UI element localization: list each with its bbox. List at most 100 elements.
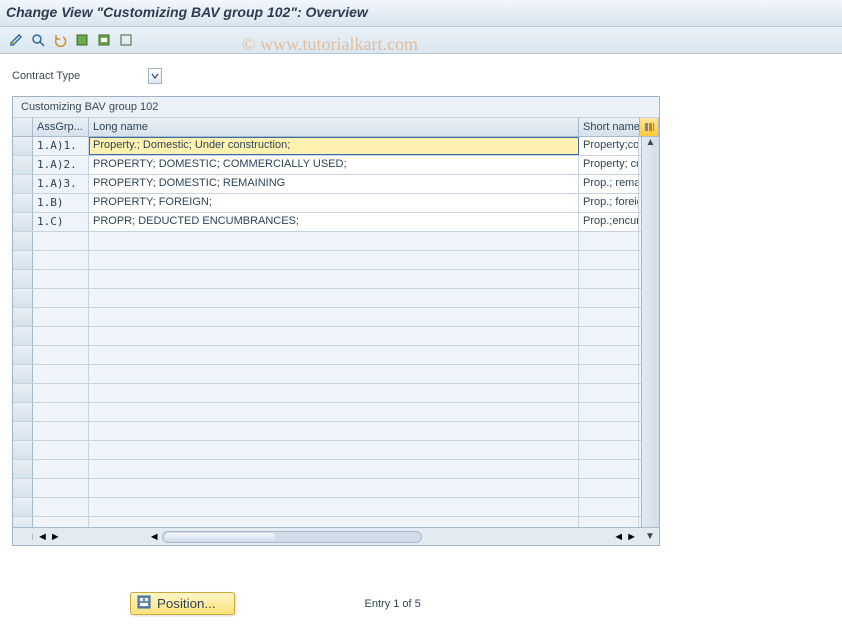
position-button[interactable]: Position...	[130, 592, 235, 615]
selection-field-row: Contract Type	[0, 54, 842, 92]
cell-short-name	[579, 232, 639, 250]
row-selector[interactable]	[13, 156, 33, 174]
position-icon	[137, 595, 151, 612]
row-selector[interactable]	[13, 327, 33, 345]
scroll-left-icon[interactable]: ◄	[613, 531, 624, 543]
cell-short-name	[579, 441, 639, 459]
scroll-right-icon[interactable]: ►	[626, 531, 637, 543]
row-selector[interactable]	[13, 422, 33, 440]
cell-short-name	[579, 308, 639, 326]
undo-icon[interactable]	[50, 31, 70, 49]
cell-long-name	[89, 479, 579, 497]
cell-assgrp[interactable]: 1.C)	[33, 213, 89, 231]
cell-assgrp	[33, 289, 89, 307]
cell-short-name[interactable]: Prop.;encum	[579, 213, 639, 231]
row-selector[interactable]	[13, 213, 33, 231]
row-selector[interactable]	[13, 175, 33, 193]
cell-short-name[interactable]: Prop.; foreig	[579, 194, 639, 212]
cell-short-name	[579, 479, 639, 497]
cell-long-name	[89, 251, 579, 269]
row-selector[interactable]	[13, 270, 33, 288]
cell-short-name[interactable]: Property;con	[579, 137, 639, 155]
cell-assgrp	[33, 498, 89, 516]
row-selector[interactable]	[13, 232, 33, 250]
cell-assgrp[interactable]: 1.B)	[33, 194, 89, 212]
column-long-name[interactable]: Long name	[89, 118, 579, 136]
cell-short-name	[579, 403, 639, 421]
column-short-name[interactable]: Short name	[579, 118, 639, 136]
hscroll-short[interactable]: ◄ ►	[529, 529, 641, 545]
row-selector[interactable]	[13, 251, 33, 269]
cell-long-name[interactable]: Property.; Domestic; Under construction;	[89, 137, 579, 155]
cell-assgrp[interactable]: 1.A)2.	[33, 156, 89, 174]
toggle-display-change-icon[interactable]	[6, 31, 26, 49]
scroll-up-icon[interactable]: ▲	[646, 137, 656, 153]
scroll-down-icon[interactable]: ▼	[641, 531, 659, 542]
cell-assgrp[interactable]: 1.A)3.	[33, 175, 89, 193]
row-selector[interactable]	[13, 384, 33, 402]
table-row[interactable]: 1.A)2.PROPERTY; DOMESTIC; COMMERCIALLY U…	[13, 156, 659, 175]
cell-assgrp	[33, 232, 89, 250]
table-row[interactable]: 1.A)3.PROPERTY; DOMESTIC; REMAININGProp.…	[13, 175, 659, 194]
cell-assgrp	[33, 270, 89, 288]
scroll-left-icon[interactable]: ◄	[149, 531, 160, 543]
hscroll-assgrp[interactable]: ◄ ►	[33, 529, 145, 545]
cell-short-name	[579, 460, 639, 478]
cell-short-name[interactable]: Property; co	[579, 156, 639, 174]
configure-columns-icon[interactable]	[639, 118, 659, 136]
cell-assgrp	[33, 308, 89, 326]
row-selector[interactable]	[13, 479, 33, 497]
row-selector[interactable]	[13, 137, 33, 155]
deselect-all-icon[interactable]	[116, 31, 136, 49]
cell-long-name[interactable]: PROPERTY; DOMESTIC; REMAINING	[89, 175, 579, 193]
scroll-left-icon[interactable]: ◄	[37, 531, 48, 543]
row-selector[interactable]	[13, 308, 33, 326]
cell-long-name[interactable]: PROPERTY; DOMESTIC; COMMERCIALLY USED;	[89, 156, 579, 174]
contract-type-dropdown[interactable]	[148, 68, 162, 84]
table-row[interactable]: 1.C)PROPR; DEDUCTED ENCUMBRANCES;Prop.;e…	[13, 213, 659, 232]
cell-long-name	[89, 403, 579, 421]
cell-short-name[interactable]: Prop.; remain	[579, 175, 639, 193]
find-icon[interactable]	[28, 31, 48, 49]
row-selector[interactable]	[13, 346, 33, 364]
panel-title: Customizing BAV group 102	[13, 97, 659, 118]
table-row	[13, 251, 659, 270]
table-row[interactable]: 1.A)1.Property.; Domestic; Under constru…	[13, 137, 659, 156]
row-selector[interactable]	[13, 460, 33, 478]
row-selector[interactable]	[13, 403, 33, 421]
cell-assgrp	[33, 460, 89, 478]
contract-type-label: Contract Type	[12, 70, 80, 82]
row-selector[interactable]	[13, 194, 33, 212]
table-row	[13, 270, 659, 289]
scroll-right-icon[interactable]: ►	[50, 531, 61, 543]
row-selector[interactable]	[13, 365, 33, 383]
table-row	[13, 498, 659, 517]
cell-long-name[interactable]: PROPR; DEDUCTED ENCUMBRANCES;	[89, 213, 579, 231]
hscroll-long[interactable]: ◄	[145, 529, 426, 545]
cell-long-name[interactable]: PROPERTY; FOREIGN;	[89, 194, 579, 212]
cell-assgrp[interactable]: 1.A)1.	[33, 137, 89, 155]
chevron-down-icon	[151, 73, 159, 79]
row-selector[interactable]	[13, 289, 33, 307]
row-selector[interactable]	[13, 517, 33, 527]
cell-long-name	[89, 498, 579, 516]
position-button-label: Position...	[157, 596, 216, 611]
cell-assgrp	[33, 517, 89, 527]
grid-header: AssGrp... Long name Short name	[13, 118, 659, 137]
row-selector[interactable]	[13, 498, 33, 516]
select-block-icon[interactable]	[94, 31, 114, 49]
app-toolbar	[0, 27, 842, 54]
vertical-scrollbar[interactable]: ▲	[641, 137, 659, 527]
column-row-selector[interactable]	[13, 118, 33, 136]
cell-long-name	[89, 308, 579, 326]
table-row	[13, 422, 659, 441]
table-row	[13, 232, 659, 251]
cell-assgrp	[33, 365, 89, 383]
cell-long-name	[89, 346, 579, 364]
select-all-icon[interactable]	[72, 31, 92, 49]
cell-short-name	[579, 498, 639, 516]
table-row[interactable]: 1.B)PROPERTY; FOREIGN;Prop.; foreig	[13, 194, 659, 213]
row-selector[interactable]	[13, 441, 33, 459]
cell-long-name	[89, 460, 579, 478]
column-assgrp[interactable]: AssGrp...	[33, 118, 89, 136]
